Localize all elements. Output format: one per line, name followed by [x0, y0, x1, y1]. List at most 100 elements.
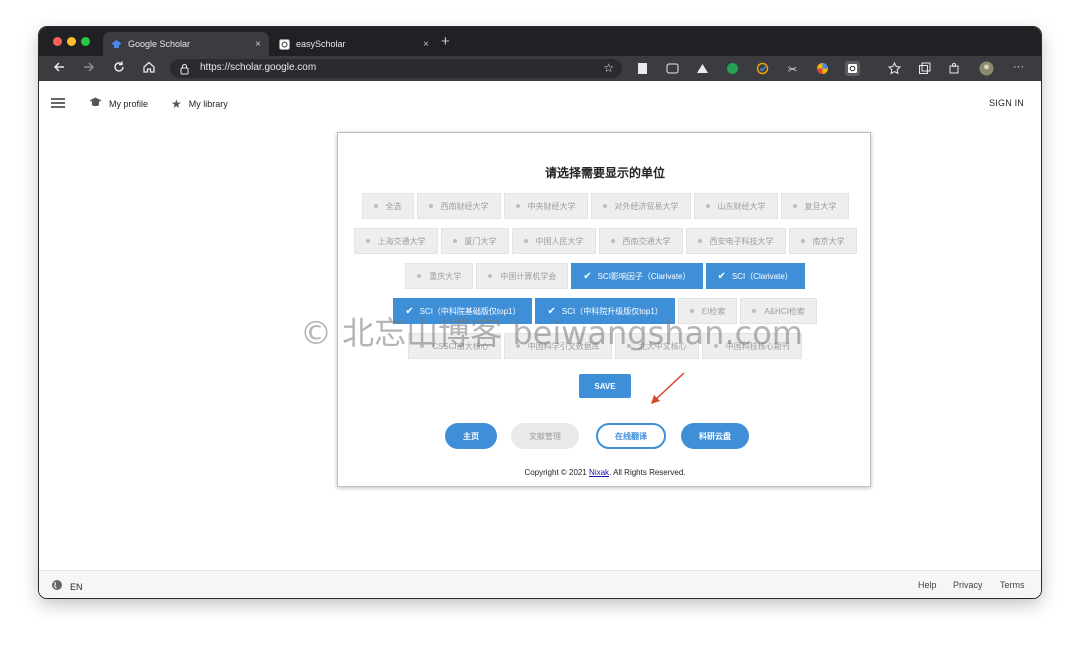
- unselected-dot-icon: [488, 274, 493, 278]
- easyscholar-icon: [279, 38, 290, 50]
- unselected-dot-icon: [697, 239, 702, 243]
- language-selector[interactable]: EN: [51, 579, 83, 594]
- reader-icon[interactable]: [635, 61, 650, 76]
- checkmark-icon: ✔: [583, 270, 592, 282]
- menu-icon[interactable]: [51, 98, 65, 108]
- unit-chip[interactable]: 西安电子科技大学: [685, 228, 786, 254]
- save-button[interactable]: SAVE: [579, 374, 631, 398]
- unit-label: 中央财经大学: [527, 201, 576, 211]
- unit-row: 全选 西南财经大学 中央财经大学 对外经济贸易大学 山东财经大学 复旦大学: [338, 193, 872, 219]
- back-icon[interactable]: [51, 60, 67, 76]
- tab-strip: Google Scholar × easyScholar × +: [39, 27, 1041, 56]
- unit-label: SCI影响因子（Clarivate）: [597, 271, 691, 281]
- unselected-dot-icon: [602, 204, 607, 208]
- address-bar[interactable]: https://scholar.google.com ☆: [170, 59, 622, 78]
- unselected-dot-icon: [800, 239, 805, 243]
- extension-dark-icon[interactable]: [665, 61, 680, 76]
- unit-chip[interactable]: 中央财经大学: [503, 193, 588, 219]
- forward-icon[interactable]: [81, 60, 97, 76]
- graduation-cap-icon: [89, 97, 102, 111]
- unit-chip[interactable]: 南京大学: [788, 228, 857, 254]
- favorite-add-icon[interactable]: ☆: [603, 61, 614, 75]
- unit-label: 山东财经大学: [717, 201, 766, 211]
- close-tab-icon[interactable]: ×: [423, 39, 429, 50]
- red-arrow-annotation: [651, 372, 685, 404]
- unselected-dot-icon: [610, 239, 615, 243]
- favorites-icon[interactable]: [887, 61, 902, 76]
- close-window-button[interactable]: [53, 37, 62, 46]
- unit-chip[interactable]: 重庆大学: [405, 263, 474, 289]
- home-button[interactable]: 主页: [445, 423, 497, 449]
- unit-chip[interactable]: 中国人民大学: [511, 228, 596, 254]
- unselected-dot-icon: [705, 204, 710, 208]
- mountain-extension-icon[interactable]: [695, 61, 710, 76]
- unit-chip[interactable]: 厦门大学: [440, 228, 509, 254]
- unselected-dot-icon: [365, 239, 370, 243]
- tab-title: Google Scholar: [128, 39, 191, 49]
- unselected-dot-icon: [792, 204, 797, 208]
- unit-chip-selected[interactable]: ✔ SCI影响因子（Clarivate）: [571, 263, 703, 289]
- unit-chip[interactable]: 中国计算机学会: [476, 263, 569, 289]
- unit-chip[interactable]: 全选: [361, 193, 414, 219]
- home-icon[interactable]: [141, 60, 157, 76]
- collections-icon[interactable]: [917, 61, 932, 76]
- unit-chip[interactable]: 西南财经大学: [416, 193, 501, 219]
- maximize-window-button[interactable]: [81, 37, 90, 46]
- unit-label: 复旦大学: [804, 201, 837, 211]
- unit-label: 中国人民大学: [535, 236, 584, 246]
- unit-label: 全选: [385, 201, 402, 211]
- unit-label: SCI（Clarivate）: [731, 271, 793, 281]
- privacy-link[interactable]: Privacy: [953, 580, 983, 590]
- nixak-link[interactable]: Nixak: [589, 468, 609, 477]
- unit-chip-selected[interactable]: ✔ SCI（Clarivate）: [705, 263, 805, 289]
- research-cloud-disk-button[interactable]: 科研云盘: [681, 423, 749, 449]
- checklist-extension-icon[interactable]: [755, 61, 770, 76]
- browser-toolbar: https://scholar.google.com ☆ ✂ ···: [39, 56, 1041, 81]
- unit-label: 西南交通大学: [622, 236, 671, 246]
- unit-chip[interactable]: 对外经济贸易大学: [590, 193, 691, 219]
- my-profile-label: My profile: [109, 99, 149, 109]
- svg-text:✂: ✂: [788, 64, 797, 76]
- new-tab-button[interactable]: +: [441, 33, 450, 50]
- minimize-window-button[interactable]: [67, 37, 76, 46]
- terms-link[interactable]: Terms: [1000, 580, 1025, 590]
- tab-google-scholar[interactable]: Google Scholar ×: [103, 32, 269, 56]
- help-link[interactable]: Help: [918, 580, 937, 590]
- sign-in-button[interactable]: SIGN IN: [989, 98, 1024, 108]
- extensions-puzzle-icon[interactable]: [947, 61, 962, 76]
- refresh-icon[interactable]: [111, 60, 127, 76]
- unit-label: 厦门大学: [464, 236, 497, 246]
- profile-avatar[interactable]: [979, 61, 994, 76]
- unit-label: 对外经济贸易大学: [614, 201, 679, 211]
- lock-icon: [180, 62, 189, 80]
- unselected-dot-icon: [515, 204, 520, 208]
- copyright-suffix: . All Rights Reserved.: [609, 468, 686, 477]
- online-translation-button[interactable]: 在线翻译: [596, 423, 666, 449]
- colorful-extension-icon[interactable]: [815, 61, 830, 76]
- star-icon: ★: [171, 97, 182, 111]
- unit-label: 南京大学: [812, 236, 845, 246]
- unit-chip[interactable]: 上海交通大学: [353, 228, 438, 254]
- unit-chip[interactable]: 山东财经大学: [693, 193, 778, 219]
- my-profile-link[interactable]: My profile: [89, 97, 148, 111]
- close-tab-icon[interactable]: ×: [255, 39, 261, 50]
- easyscholar-extension-icon[interactable]: [845, 61, 860, 76]
- popup-title: 请选择需要显示的单位: [544, 166, 665, 180]
- unit-label: 中国计算机学会: [500, 271, 557, 281]
- url-text: https://scholar.google.com: [200, 62, 317, 73]
- copyright-text: Copyright © 2021 Nixak. All Rights Reser…: [338, 468, 872, 477]
- unit-chip[interactable]: 西南交通大学: [598, 228, 683, 254]
- unit-label: 西安电子科技大学: [709, 236, 774, 246]
- unit-label: 上海交通大学: [377, 236, 426, 246]
- scholar-footer: EN Help Privacy Terms: [39, 570, 1041, 598]
- green-extension-icon[interactable]: [725, 61, 740, 76]
- tab-title: easyScholar: [296, 39, 346, 49]
- scissors-icon[interactable]: ✂: [785, 61, 800, 76]
- unit-chip[interactable]: 复旦大学: [780, 193, 849, 219]
- my-library-link[interactable]: ★ My library: [171, 97, 228, 111]
- unit-label: 西南财经大学: [440, 201, 489, 211]
- tab-easyscholar[interactable]: easyScholar ×: [271, 32, 437, 56]
- unselected-dot-icon: [428, 204, 433, 208]
- more-options-icon[interactable]: ···: [1013, 61, 1028, 76]
- literature-management-button[interactable]: 文献管理: [511, 423, 579, 449]
